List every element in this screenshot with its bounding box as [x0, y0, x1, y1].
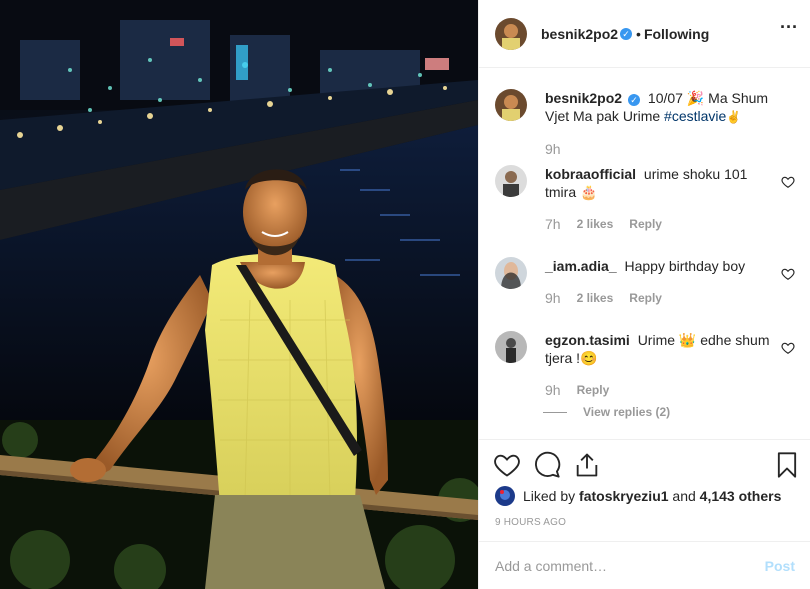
like-heart-icon[interactable]	[493, 451, 521, 479]
comment-time[interactable]: 9h	[545, 289, 561, 307]
post-photo[interactable]	[0, 0, 478, 589]
post-caption: besnik2po2 ✓ 10/07 🎉 Ma Shum Vjet Ma pak …	[495, 89, 795, 158]
author-username[interactable]: besnik2po2	[541, 26, 618, 42]
reply-button[interactable]: Reply	[577, 381, 610, 399]
caption-body: besnik2po2 ✓ 10/07 🎉 Ma Shum Vjet Ma pak …	[545, 89, 775, 158]
caption-avatar-image	[495, 89, 527, 121]
hashtag-link[interactable]: #cestlavie	[664, 108, 726, 124]
following-button[interactable]: Following	[644, 26, 709, 42]
comment-avatar[interactable]	[495, 331, 527, 363]
post-actions-bar	[479, 439, 810, 489]
comment-avatar-image	[495, 165, 527, 197]
comment-body: _iam.adia_ Happy birthday boy 9h 2 likes…	[545, 257, 775, 307]
save-bookmark-icon[interactable]	[773, 451, 801, 479]
comment-avatar-image	[495, 257, 527, 289]
comment-meta: 9h 2 likes Reply	[545, 289, 775, 307]
caption-avatar[interactable]	[495, 89, 527, 121]
comment-avatar-image	[495, 331, 527, 363]
comment-likes[interactable]: 2 likes	[577, 215, 614, 233]
reply-button[interactable]: Reply	[629, 289, 662, 307]
liker-avatar[interactable]	[495, 486, 515, 506]
photo-night-scene	[0, 0, 478, 589]
author-avatar[interactable]	[495, 17, 527, 50]
comment-likes[interactable]: 2 likes	[577, 289, 614, 307]
caption-meta: 9h	[545, 140, 775, 158]
header-separator: •	[636, 25, 641, 42]
instagram-post: besnik2po2 ✓ • Following ··· besnik2po2 ✓…	[0, 0, 810, 589]
post-side-panel: besnik2po2 ✓ • Following ··· besnik2po2 ✓…	[478, 0, 810, 589]
comment-username[interactable]: _iam.adia_	[545, 258, 617, 274]
view-replies-label: View replies (2)	[583, 405, 671, 419]
reply-button[interactable]: Reply	[629, 215, 662, 233]
comment-time[interactable]: 7h	[545, 215, 561, 233]
likes-middle: and	[672, 488, 696, 504]
comment-item: _iam.adia_ Happy birthday boy 9h 2 likes…	[495, 257, 795, 307]
post-comment-button[interactable]: Post	[765, 558, 795, 574]
post-header: besnik2po2 ✓ • Following ···	[479, 0, 810, 68]
likes-count[interactable]: 4,143 others	[700, 488, 782, 504]
comment-body: kobraaofficial urime shoku 101 tmira 🎂 7…	[545, 165, 775, 233]
comments-section[interactable]: besnik2po2 ✓ 10/07 🎉 Ma Shum Vjet Ma pak …	[479, 69, 810, 439]
like-comment-heart-icon[interactable]	[781, 175, 795, 189]
verified-badge-icon: ✓	[628, 94, 641, 106]
caption-username[interactable]: besnik2po2	[545, 90, 622, 106]
like-comment-heart-icon[interactable]	[781, 341, 795, 355]
comment-avatar[interactable]	[495, 165, 527, 197]
comment-username[interactable]: kobraaofficial	[545, 166, 636, 182]
like-comment-heart-icon[interactable]	[781, 267, 795, 281]
comment-username[interactable]: egzon.tasimi	[545, 332, 630, 348]
add-comment-input[interactable]	[495, 557, 765, 574]
likes-summary: Liked by fatoskryeziu1 and 4,143 others	[495, 486, 781, 506]
comment-time[interactable]: 9h	[545, 381, 561, 399]
replies-divider	[543, 411, 567, 413]
caption-time[interactable]: 9h	[545, 140, 561, 158]
comment-meta: 7h 2 likes Reply	[545, 215, 775, 233]
comment-item: kobraaofficial urime shoku 101 tmira 🎂 7…	[495, 165, 795, 233]
verified-badge-icon: ✓	[620, 27, 633, 40]
add-comment-bar: Post	[479, 541, 810, 589]
share-icon[interactable]	[573, 451, 601, 479]
post-timestamp[interactable]: 9 HOURS AGO	[495, 517, 566, 528]
more-options-icon[interactable]: ···	[780, 18, 798, 40]
comment-bubble-icon[interactable]	[533, 451, 561, 479]
liker-username[interactable]: fatoskryeziu1	[579, 488, 668, 504]
comment-avatar[interactable]	[495, 257, 527, 289]
comment-text: Happy birthday boy	[624, 258, 746, 274]
author-avatar-image	[495, 17, 527, 50]
comment-item: egzon.tasimi Urime 👑 edhe shum tjera !😊 …	[495, 331, 795, 399]
caption-text-end: ✌️	[726, 110, 742, 124]
comment-meta: 9h Reply	[545, 381, 775, 399]
liker-avatar-image	[495, 486, 515, 506]
view-replies-button[interactable]: View replies (2)	[543, 405, 670, 419]
comment-body: egzon.tasimi Urime 👑 edhe shum tjera !😊 …	[545, 331, 775, 399]
likes-prefix: Liked by	[523, 488, 576, 504]
